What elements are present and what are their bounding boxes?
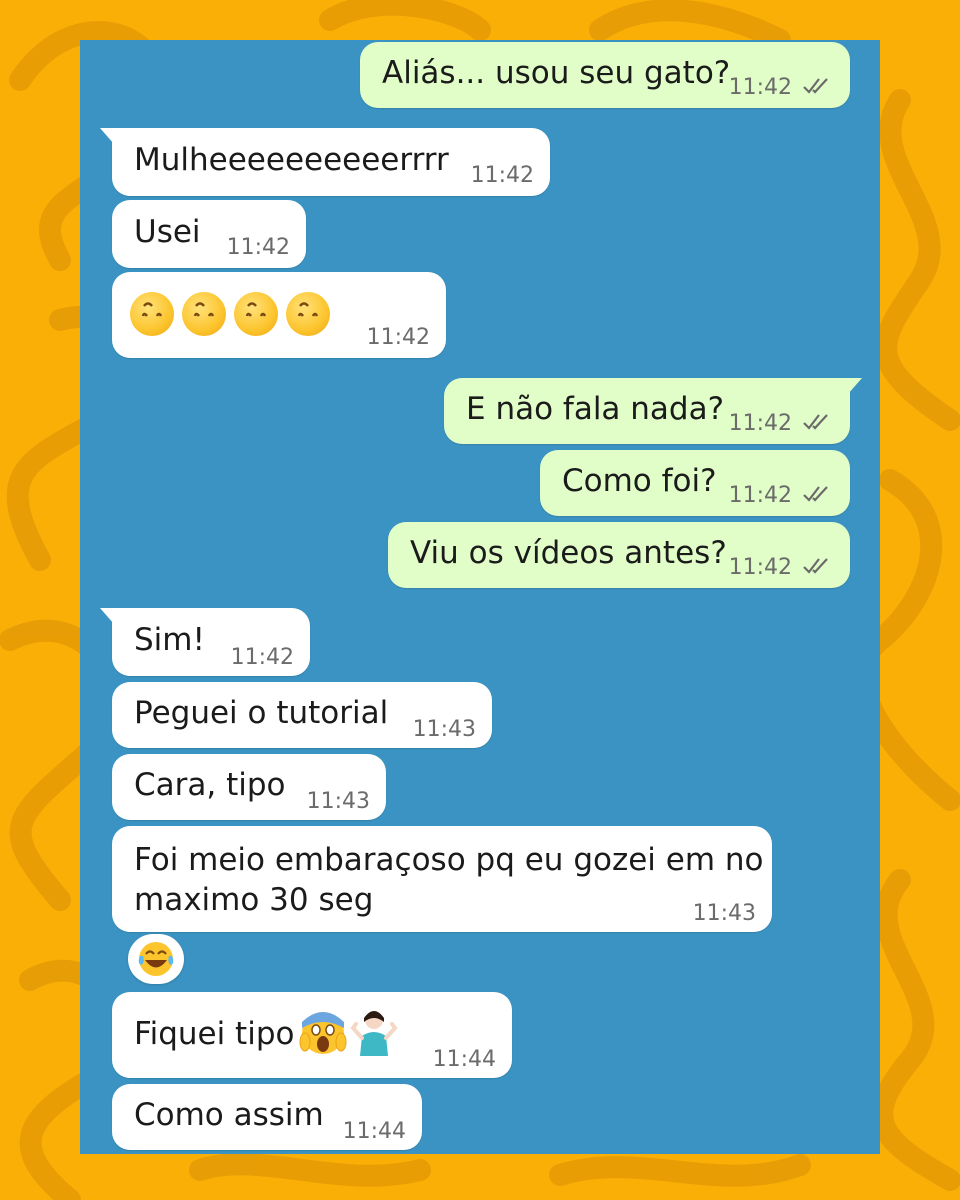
message-text: Mulheeeeeeeeeerrrr: [134, 142, 449, 178]
message-text: Como assim: [134, 1097, 324, 1133]
message-text: Fiquei tipo: [134, 1016, 295, 1052]
upside-down-face-emoji: [130, 292, 174, 336]
upside-down-face-emoji: [234, 292, 278, 336]
tears-of-joy-emoji: [138, 942, 174, 976]
message-bubble-outgoing[interactable]: Viu os vídeos antes? 11:42: [388, 522, 850, 588]
message-reaction[interactable]: [128, 934, 184, 984]
upside-down-face-emoji: [182, 292, 226, 336]
message-bubble-outgoing[interactable]: Como foi? 11:42: [540, 450, 850, 516]
message-bubble-outgoing[interactable]: Aliás... usou seu gato? 11:42: [360, 42, 850, 108]
message-time: 11:42: [728, 411, 792, 436]
message-text: Aliás... usou seu gato?: [382, 55, 731, 91]
message-text: E não fala nada?: [466, 391, 725, 427]
person-shrugging-emoji: [350, 1011, 398, 1056]
message-time: 11:44: [432, 1047, 496, 1072]
message-bubble-outgoing[interactable]: E não fala nada? 11:42: [444, 378, 862, 444]
message-text: Usei: [134, 214, 201, 250]
message-time: 11:43: [412, 717, 476, 742]
message-text: Peguei o tutorial: [134, 695, 389, 731]
message-bubble-incoming[interactable]: 11:42: [112, 272, 446, 358]
chat-panel[interactable]: Aliás... usou seu gato? 11:42 Mulheeeeee…: [80, 40, 880, 1154]
message-text: Foi meio embaraçoso pq eu gozei em no: [134, 842, 764, 878]
message-time: 11:42: [470, 163, 534, 188]
message-time: 11:42: [366, 325, 430, 350]
message-bubble-incoming[interactable]: Usei 11:42: [112, 200, 306, 268]
double-check-icon: [803, 486, 828, 502]
message-time: 11:44: [342, 1119, 406, 1144]
message-bubble-incoming[interactable]: Como assim 11:44: [112, 1084, 422, 1150]
message-bubble-incoming[interactable]: Mulheeeeeeeeeerrrr 11:42: [100, 128, 550, 196]
upside-down-face-emoji: [286, 292, 330, 336]
message-time: 11:42: [230, 645, 294, 670]
message-text: Sim!: [134, 622, 205, 658]
message-bubble-incoming[interactable]: Peguei o tutorial 11:43: [112, 682, 492, 748]
message-text: Cara, tipo: [134, 767, 286, 803]
message-text: Viu os vídeos antes?: [410, 535, 727, 571]
message-time: 11:42: [728, 555, 792, 580]
message-text: Como foi?: [562, 463, 717, 499]
message-bubble-incoming[interactable]: Sim! 11:42: [100, 608, 310, 676]
double-check-icon: [803, 558, 828, 574]
double-check-icon: [803, 414, 828, 430]
message-time: 11:42: [728, 483, 792, 508]
message-time: 11:42: [226, 235, 290, 260]
screaming-face-emoji: [299, 1012, 347, 1054]
message-time: 11:43: [306, 789, 370, 814]
message-time: 11:43: [692, 901, 756, 926]
message-time: 11:42: [728, 75, 792, 100]
emoji-row: [130, 292, 338, 336]
double-check-icon: [803, 78, 828, 94]
message-bubble-incoming[interactable]: Foi meio embaraçoso pq eu gozei em no ma…: [112, 826, 772, 932]
message-text-line-2: maximo 30 seg: [134, 882, 374, 918]
message-bubble-incoming[interactable]: Fiquei tipo 11:44: [112, 992, 512, 1078]
message-bubble-incoming[interactable]: Cara, tipo 11:43: [112, 754, 386, 820]
